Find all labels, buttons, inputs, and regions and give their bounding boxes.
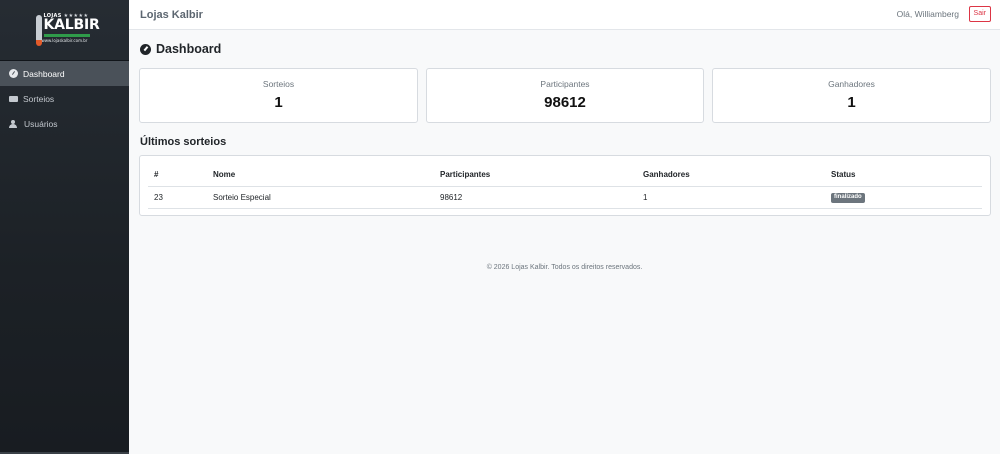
logo-slogan-bar <box>43 34 90 37</box>
logout-button[interactable]: Sair <box>968 6 991 22</box>
gauge-icon <box>9 69 18 78</box>
cell-nome: Sorteio Especial <box>207 186 434 209</box>
page-title: Dashboard <box>140 42 221 56</box>
users-icon <box>9 119 19 128</box>
logo-area: LOJAS ★★★★★ KALBIR www.lojaskalbir.com.br <box>0 0 129 61</box>
stat-card-participantes: Participantes 98612 <box>426 68 704 123</box>
stat-value: 98612 <box>544 94 586 111</box>
sidebar-item-sorteios[interactable]: Sorteios <box>0 86 129 111</box>
logo-brand: KALBIR <box>43 17 100 33</box>
sidebar-item-usuarios[interactable]: Usuários <box>0 111 129 136</box>
stat-value: 1 <box>847 94 856 111</box>
column-header-status: Status <box>825 164 982 187</box>
table-header-row: # Nome Participantes Ganhadores Status <box>148 164 982 187</box>
sidebar: LOJAS ★★★★★ KALBIR www.lojaskalbir.com.br… <box>0 0 129 454</box>
sidebar-item-label: Sorteios <box>23 93 55 104</box>
sidebar-item-label: Usuários <box>24 118 58 129</box>
main-content: Dashboard Sorteios 1 Participantes 98612… <box>129 30 1000 454</box>
gauge-icon <box>140 43 151 55</box>
cell-id: 23 <box>148 186 207 209</box>
store-logo[interactable]: LOJAS ★★★★★ KALBIR www.lojaskalbir.com.br <box>35 13 100 47</box>
ticket-icon <box>9 95 18 102</box>
page-title-text: Dashboard <box>156 42 222 56</box>
table-row[interactable]: 23 Sorteio Especial 98612 1 finalizado <box>148 186 982 209</box>
stat-value: 1 <box>274 94 283 111</box>
stat-card-sorteios: Sorteios 1 <box>139 68 418 123</box>
cell-ganhadores: 1 <box>637 186 825 209</box>
status-badge: finalizado <box>831 192 865 203</box>
recent-draws-card: # Nome Participantes Ganhadores Status 2… <box>139 155 991 216</box>
top-navbar: Lojas Kalbir Olá, Williamberg Sair <box>129 0 1000 30</box>
stat-label: Ganhadores <box>828 79 875 89</box>
page-footer: © 2026 Lojas Kalbir. Todos os direitos r… <box>486 264 643 271</box>
user-greeting: Olá, Williamberg <box>896 9 959 19</box>
logo-site: www.lojaskalbir.com.br <box>41 38 88 43</box>
stat-label: Participantes <box>540 79 590 89</box>
recent-draws-table: # Nome Participantes Ganhadores Status 2… <box>148 164 982 209</box>
column-header-nome: Nome <box>207 164 434 187</box>
sidebar-item-dashboard[interactable]: Dashboard <box>0 61 129 86</box>
cell-status: finalizado <box>825 186 982 209</box>
stat-label: Sorteios <box>262 79 295 89</box>
section-title: Últimos sorteios <box>140 136 227 148</box>
column-header-ganhadores: Ganhadores <box>637 164 825 187</box>
sidebar-item-label: Dashboard <box>23 68 65 79</box>
column-header-participantes: Participantes <box>434 164 637 187</box>
sidebar-nav: Dashboard Sorteios Usuários <box>0 61 129 136</box>
column-header-id: # <box>148 164 207 187</box>
cell-participantes: 98612 <box>434 186 637 209</box>
stat-card-ganhadores: Ganhadores 1 <box>712 68 991 123</box>
navbar-brand[interactable]: Lojas Kalbir <box>140 9 203 21</box>
